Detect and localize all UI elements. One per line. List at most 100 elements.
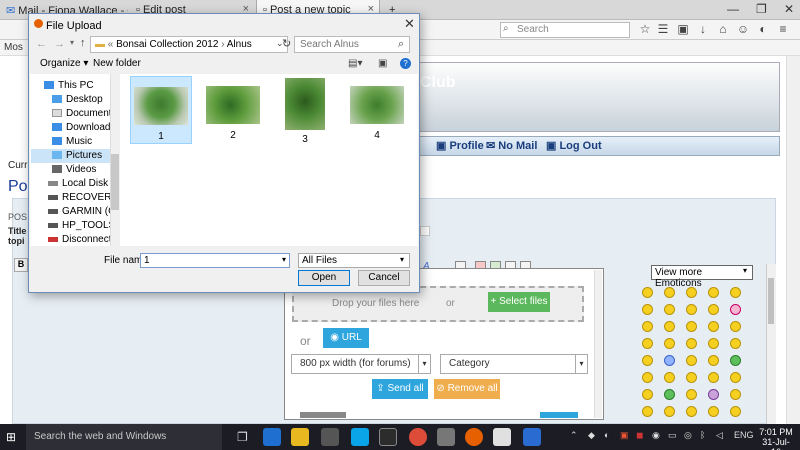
forward-icon[interactable]: → [54,38,65,50]
emoticon-icon[interactable] [708,355,719,366]
emoticon-icon[interactable] [664,338,675,349]
taskbar-search[interactable]: Search the web and Windows [26,424,222,450]
file-item[interactable]: 4 [346,76,408,144]
addon-icon[interactable]: ◐ [756,22,770,36]
emoticon-icon[interactable] [686,406,697,417]
no-mail-link[interactable]: ✉ No Mail [486,139,537,152]
emoticon-icon[interactable] [686,287,697,298]
category-select[interactable]: Category ▾ [440,354,588,374]
emoticon-icon[interactable] [730,372,741,383]
emoticon-icon[interactable] [708,321,719,332]
emoticon-icon[interactable] [664,372,675,383]
file-item[interactable]: 1 [130,76,192,144]
emoticon-icon[interactable] [708,287,719,298]
bluetooth-icon[interactable]: ᛒ [700,430,705,440]
emoticon-icon[interactable] [642,338,653,349]
home-icon[interactable]: ⌂ [716,22,730,36]
emoticon-icon[interactable] [686,338,697,349]
nav-music[interactable]: Music [52,136,92,147]
back-icon[interactable]: ← [36,38,47,50]
tray-chevron-icon[interactable]: ⌃ [570,430,578,441]
emoticon-icon[interactable] [730,304,741,315]
chevron-down-icon[interactable]: ▾ [400,255,404,264]
nav-this-pc[interactable]: This PC [44,80,94,91]
emoticon-icon[interactable] [708,389,719,400]
emoticon-icon[interactable] [664,389,675,400]
url-button[interactable]: ◉ URL [323,328,369,348]
emoticon-icon[interactable] [708,372,719,383]
nav-documents[interactable]: Documents [52,108,117,119]
address-bar[interactable]: ▬ « Bonsai Collection 2012 › Alnus [90,36,288,53]
log-out-link[interactable]: ▣ Log Out [546,139,602,152]
firefox-icon[interactable] [465,428,483,446]
reading-list-icon[interactable]: ☰ [656,22,670,36]
emoticon-icon[interactable] [708,338,719,349]
tray-icon[interactable]: ◐ [604,430,609,440]
file-explorer-icon[interactable] [291,428,309,446]
photos-icon[interactable] [493,428,511,446]
tray-icon[interactable]: ◼ [636,430,643,441]
tray-icon[interactable]: ▭ [668,430,677,441]
nav-pane-scrollbar-thumb[interactable] [111,154,119,210]
emoticon-icon[interactable] [642,321,653,332]
help-icon[interactable]: ? [400,58,411,69]
emoticon-icon[interactable] [642,304,653,315]
emoticon-icon[interactable] [686,304,697,315]
tray-icon[interactable]: ◉ [652,430,660,441]
star-icon[interactable]: ☆ [638,22,652,36]
editor-scrollbar[interactable] [594,270,602,418]
emoticon-icon[interactable] [686,355,697,366]
tray-icon[interactable]: ◎ [684,430,692,441]
lock-icon[interactable]: ▣ [676,22,690,36]
emoticon-icon[interactable] [642,372,653,383]
browser-search-input[interactable]: Search [500,22,630,38]
app-icon[interactable] [379,428,397,446]
dropbox-icon[interactable]: ◆ [588,430,595,441]
emoticon-icon[interactable] [730,338,741,349]
volume-icon[interactable]: ◁ [716,430,723,441]
new-folder-button[interactable]: New folder [93,58,141,69]
menu-icon[interactable]: ≡ [776,22,790,36]
view-options-icon[interactable]: ▤▾ [348,58,362,69]
task-view-icon[interactable]: ❐ [237,430,248,444]
windows-start-icon[interactable]: ⊞ [6,430,16,444]
title-input-edge[interactable] [420,226,430,236]
emoticon-icon[interactable] [708,304,719,315]
nav-desktop[interactable]: Desktop [52,94,103,105]
file-type-select[interactable]: All Files [298,253,410,268]
width-select[interactable]: 800 px width (for forums) ▾ [291,354,431,374]
app-icon[interactable] [437,428,455,446]
remove-all-button[interactable]: ⊘ Remove all [434,379,500,399]
emoticon-icon[interactable] [730,355,741,366]
minimize-icon[interactable]: — [727,2,739,16]
emoji-icon[interactable]: ☺ [736,22,750,36]
download-icon[interactable]: ↓ [696,22,710,36]
emoticon-icon[interactable] [642,389,653,400]
store-icon[interactable] [321,428,339,446]
emoticon-icon[interactable] [664,355,675,366]
emoticon-icon[interactable] [708,406,719,417]
emoticon-icon[interactable] [664,287,675,298]
emoticons-select[interactable]: View more Emoticons [651,265,753,289]
nav-pictures[interactable]: Pictures [31,149,111,163]
refresh-icon[interactable]: ↻ [282,37,291,50]
preview-pane-icon[interactable]: ▣ [378,58,387,69]
select-files-button[interactable]: + Select files [488,292,550,312]
maximize-icon[interactable]: ❐ [756,2,767,16]
profile-link[interactable]: ▣ Profile [436,139,484,152]
clock[interactable]: 7:01 PM 31-Jul-16 [758,427,794,450]
send-all-button[interactable]: ⇪ Send all [372,379,428,399]
emoticon-icon[interactable] [730,406,741,417]
page-scrollbar-thumb[interactable] [768,278,774,324]
chevron-down-icon[interactable]: ▾ [70,38,74,47]
tray-icon[interactable]: ▣ [620,430,629,441]
breadcrumb-item[interactable]: Bonsai Collection 2012 [116,39,218,50]
edge-icon[interactable] [263,428,281,446]
chevron-down-icon[interactable]: ▾ [282,255,286,264]
chrome-icon[interactable] [409,428,427,446]
organize-button[interactable]: Organize ▾ [40,58,88,69]
open-button[interactable]: Open [298,270,350,286]
emoticon-icon[interactable] [686,321,697,332]
app-icon[interactable] [523,428,541,446]
emoticon-icon[interactable] [664,321,675,332]
